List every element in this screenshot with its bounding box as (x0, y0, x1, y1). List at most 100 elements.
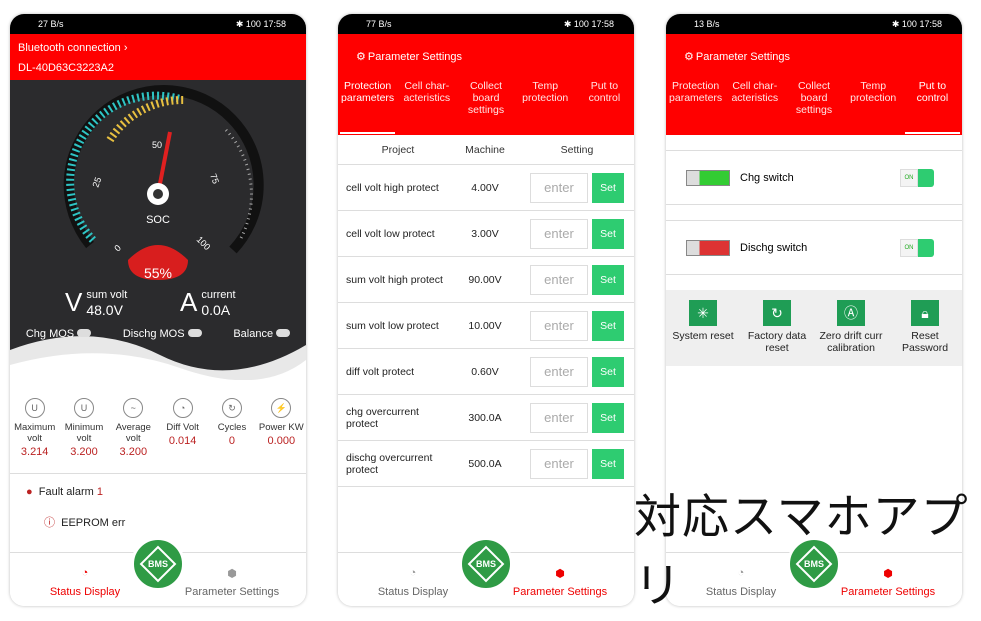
table-row: sum volt low protect 10.00V enter Set (338, 303, 634, 349)
gear-icon: ⬢ (555, 568, 565, 580)
header: ⚙ Parameter Settings Protection parameter… (338, 34, 634, 135)
tab-control[interactable]: Put to control (903, 78, 962, 134)
nav-status-display[interactable]: ◔ Status Display (353, 567, 473, 598)
bluetooth-connection-link[interactable]: Bluetooth connection › (18, 38, 298, 58)
balance-toggle[interactable]: Balance (233, 328, 291, 340)
volt-icon: V (65, 287, 83, 317)
soc-value: 55% (144, 265, 172, 281)
status-icon: ◔ (81, 567, 89, 579)
factory-reset-button[interactable]: ↻ Factory data reset (741, 300, 813, 366)
tab-cell[interactable]: Cell char- acteristics (397, 78, 456, 133)
setting-input[interactable]: enter (530, 356, 588, 387)
tab-cell[interactable]: Cell char- acteristics (725, 78, 784, 133)
table-row: chg overcurrent protect 300.0A enter Set (338, 395, 634, 441)
dischg-mos-toggle[interactable]: Dischg MOS (123, 328, 202, 340)
status-icon: ◔ (409, 567, 417, 579)
zero-drift-button[interactable]: Ⓐ Zero drift curr calibration (815, 300, 887, 366)
table-row: diff volt protect 0.60V enter Set (338, 349, 634, 395)
system-reset-button[interactable]: ✳ System reset (667, 300, 739, 366)
setting-input[interactable]: enter (530, 264, 588, 295)
setting-input[interactable]: enter (530, 448, 588, 479)
tick-0: 0 (112, 243, 123, 254)
nav-parameter-settings[interactable]: ⬢ Parameter Settings (500, 567, 620, 598)
set-button[interactable]: Set (592, 310, 624, 341)
setting-input[interactable]: enter (530, 172, 588, 203)
alert-icon: ⓘ (44, 517, 55, 529)
stat-avg-volt: ~ Average volt 3.200 (109, 398, 157, 473)
set-button[interactable]: Set (592, 402, 624, 433)
stat-power: ⚡ Power KW 0.000 (257, 398, 305, 473)
gauge-label: SOC (146, 214, 170, 226)
phone-parameter-settings: 77 B/s ✱ 100 17:58 ⚙ Parameter Settings Pr… (338, 14, 634, 606)
ampere-icon: A (180, 287, 198, 317)
set-button[interactable]: Set (592, 264, 624, 295)
setting-input[interactable]: enter (530, 218, 588, 249)
set-button[interactable]: Set (592, 356, 624, 387)
setting-input[interactable]: enter (530, 402, 588, 433)
set-button[interactable]: Set (592, 172, 624, 203)
header: Bluetooth connection › DL-40D63C3223A2 (10, 34, 306, 80)
status-bar: 27 B/s ✱ 100 17:58 (10, 14, 306, 34)
dot-icon: ● (26, 486, 33, 498)
set-button[interactable]: Set (592, 218, 624, 249)
fault-alarm: ● Fault alarm 1 (26, 486, 103, 498)
page-title: ⚙ Parameter Settings (356, 50, 463, 64)
fault-item: ⓘ EEPROM err (44, 517, 126, 529)
set-button[interactable]: Set (592, 448, 624, 479)
chg-switch-row: Chg switch ON (666, 150, 962, 205)
header: ⚙ Parameter Settings Protection parameter… (666, 34, 962, 135)
machine-value: 10.00V (468, 319, 502, 332)
chg-switch-toggle[interactable]: ON (900, 168, 934, 187)
tab-collect-board[interactable]: Collect board settings (784, 78, 843, 133)
param-name: sum volt high protect (346, 273, 443, 286)
tab-bar: Protection parameters Cell char- acteris… (666, 78, 962, 134)
sum-volt: Vsum volt 48.0V (65, 287, 128, 318)
cycle-icon: ↻ (221, 398, 242, 418)
stat-min-volt: U Minimum volt 3.200 (60, 398, 108, 473)
battery-charge-icon (686, 169, 730, 186)
tab-protection[interactable]: Protection parameters (338, 78, 397, 134)
machine-value: 0.60V (471, 365, 499, 378)
voltage-down-icon: U (73, 398, 94, 418)
tab-control[interactable]: Put to control (575, 78, 634, 133)
gauge-icon: ◔ (172, 398, 193, 418)
tab-collect-board[interactable]: Collect board settings (456, 78, 515, 133)
wave-icon: ~ (123, 398, 144, 418)
table-row: dischg overcurrent protect 500.0A enter Set (338, 441, 634, 487)
machine-value: 3.00V (471, 227, 499, 240)
gauge-panel: SOC 0 25 50 75 100 55% Vsum volt 48.0V Ac… (10, 80, 306, 381)
tab-protection[interactable]: Protection parameters (666, 78, 725, 133)
nav-status-display[interactable]: ◔ Status Display (25, 567, 145, 598)
param-name: cell volt low protect (346, 227, 435, 240)
gear-icon: ⚙ (684, 51, 694, 63)
tab-temp[interactable]: Temp protection (844, 78, 903, 133)
nav-parameter-settings[interactable]: ⬢ Parameter Settings (172, 567, 292, 598)
chg-mos-toggle[interactable]: Chg MOS (26, 328, 92, 340)
status-bar: 13 B/s ✱ 100 17:58 (666, 14, 962, 34)
param-name: sum volt low protect (346, 319, 439, 332)
table-row: cell volt low protect 3.00V enter Set (338, 211, 634, 257)
current: Acurrent 0.0A (180, 287, 236, 318)
tick-25: 25 (90, 176, 103, 189)
setting-input[interactable]: enter (530, 310, 588, 341)
table-header: Project Machine Setting (338, 135, 634, 165)
stat-cycles: ↻ Cycles 0 (208, 398, 256, 473)
table-row: cell volt high protect 4.00V enter Set (338, 165, 634, 211)
machine-value: 300.0A (468, 411, 502, 424)
tab-temp[interactable]: Temp protection (516, 78, 575, 133)
machine-value: 90.00V (468, 273, 502, 286)
param-name: dischg overcurrent protect (346, 451, 433, 476)
tick-100: 100 (195, 234, 213, 252)
param-name: cell volt high protect (346, 181, 439, 194)
refresh-icon: ↻ (763, 300, 791, 326)
bottom-nav: ◔ Status Display BMS ⬢ Parameter Settings (338, 537, 634, 606)
dischg-switch-toggle[interactable]: ON (900, 238, 934, 257)
tab-bar: Protection parameters Cell char- acteris… (338, 78, 634, 134)
page-title: ⚙ Parameter Settings (684, 50, 791, 64)
mos-toggles: Chg MOS Dischg MOS Balance (10, 328, 306, 340)
lock-icon: 🔒︎ (911, 300, 939, 326)
bottom-nav: ◔ Status Display BMS ⬢ Parameter Settings (10, 537, 306, 606)
reset-password-button[interactable]: 🔒︎ Reset Password (889, 300, 961, 366)
stat-diff-volt: ◔ Diff Volt 0.014 (159, 398, 207, 473)
dischg-switch-row: Dischg switch ON (666, 220, 962, 275)
